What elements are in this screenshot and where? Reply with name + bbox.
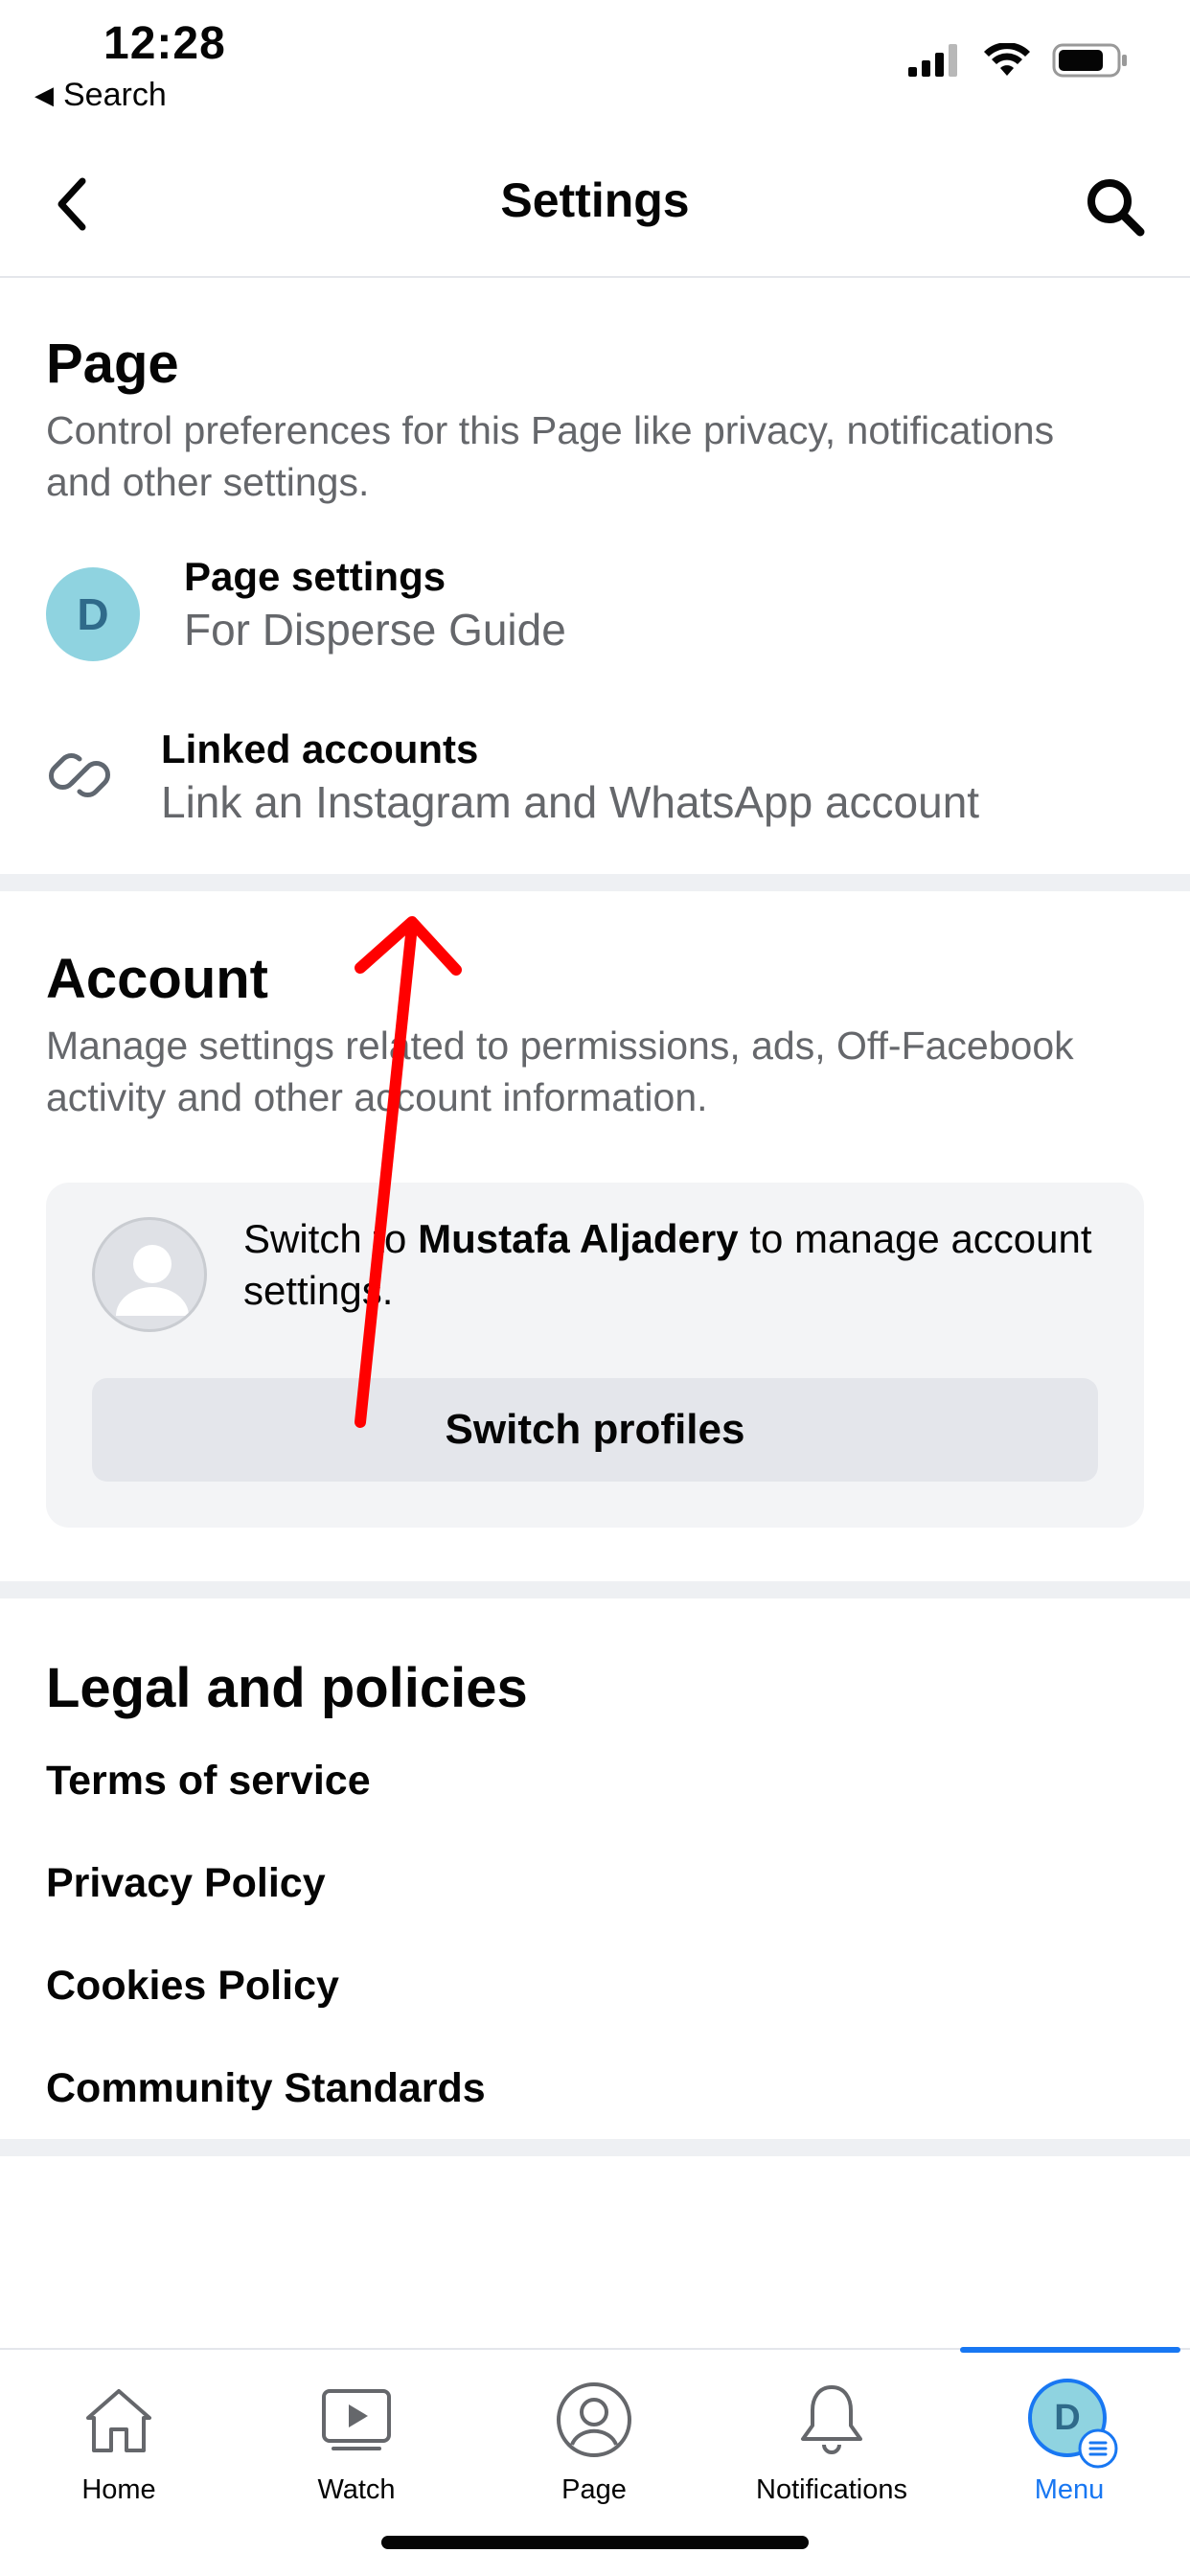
page-settings-title: Page settings [184, 554, 446, 599]
switch-profile-card: Switch to Mustafa Aljadery to manage acc… [46, 1183, 1144, 1528]
battery-icon [1052, 43, 1127, 78]
navigation-header: Settings [0, 134, 1190, 278]
page-settings-row[interactable]: D Page settings For Disperse Guide [0, 554, 1190, 669]
menu-lines-icon [1078, 2428, 1118, 2469]
status-back-to-search[interactable]: ◀ Search [34, 77, 167, 114]
tab-home[interactable]: Home [0, 2350, 238, 2542]
home-indicator [381, 2536, 809, 2549]
switch-profile-message: Switch to Mustafa Aljadery to manage acc… [243, 1213, 1106, 1317]
page-section-heading: Page [46, 333, 179, 395]
tab-page-label: Page [561, 2474, 627, 2505]
link-icon [49, 753, 110, 797]
section-divider [0, 2139, 1190, 2156]
page-settings-subtitle: For Disperse Guide [184, 605, 566, 655]
tab-notifications[interactable]: Notifications [713, 2350, 950, 2542]
section-divider [0, 1581, 1190, 1598]
tab-watch[interactable]: Watch [238, 2350, 475, 2542]
wifi-icon [984, 43, 1030, 76]
tab-menu-label: Menu [1034, 2474, 1105, 2505]
switch-text-prefix: Switch to [243, 1216, 419, 1261]
page-avatar: D [46, 567, 140, 661]
account-section-description: Manage settings related to permissions, … [46, 1024, 1074, 1119]
linked-accounts-title: Linked accounts [161, 726, 479, 771]
legal-section-heading: Legal and policies [46, 1657, 528, 1719]
search-button[interactable] [1079, 171, 1152, 243]
watch-icon [322, 2389, 391, 2450]
switch-profiles-button[interactable]: Switch profiles [92, 1378, 1098, 1482]
section-divider [0, 874, 1190, 891]
back-triangle-icon: ◀ [34, 80, 54, 109]
tab-page[interactable]: Page [475, 2350, 713, 2542]
page-section-description: Control preferences for this Page like p… [46, 408, 1055, 504]
menu-avatar-icon: D [1028, 2379, 1118, 2469]
status-bar: 12:28 ◀ Search [0, 0, 1190, 125]
terms-of-service-link[interactable]: Terms of service [46, 1758, 371, 1805]
status-back-label: Search [63, 77, 167, 113]
status-time: 12:28 [103, 18, 226, 69]
default-profile-icon [116, 1245, 189, 1316]
tab-menu[interactable]: D Menu [950, 2350, 1188, 2542]
tab-home-label: Home [81, 2474, 156, 2505]
cookies-policy-link[interactable]: Cookies Policy [46, 1963, 339, 2010]
page-icon [557, 2382, 631, 2457]
home-icon [86, 2389, 151, 2452]
tab-watch-label: Watch [317, 2474, 396, 2505]
linked-accounts-row[interactable]: Linked accounts Link an Instagram and Wh… [0, 726, 1190, 841]
community-standards-link[interactable]: Community Standards [46, 2065, 486, 2112]
tab-notifications-label: Notifications [756, 2474, 907, 2505]
account-section-heading: Account [46, 948, 268, 1010]
page-title: Settings [500, 173, 690, 227]
linked-accounts-subtitle: Link an Instagram and WhatsApp account [161, 777, 980, 827]
bell-icon [801, 2385, 862, 2454]
search-icon [1087, 179, 1145, 237]
privacy-policy-link[interactable]: Privacy Policy [46, 1860, 326, 1907]
profile-avatar [92, 1217, 207, 1332]
switch-profile-name: Mustafa Aljadery [418, 1216, 739, 1261]
status-icons [908, 42, 1129, 79]
cellular-signal-icon [908, 44, 957, 77]
